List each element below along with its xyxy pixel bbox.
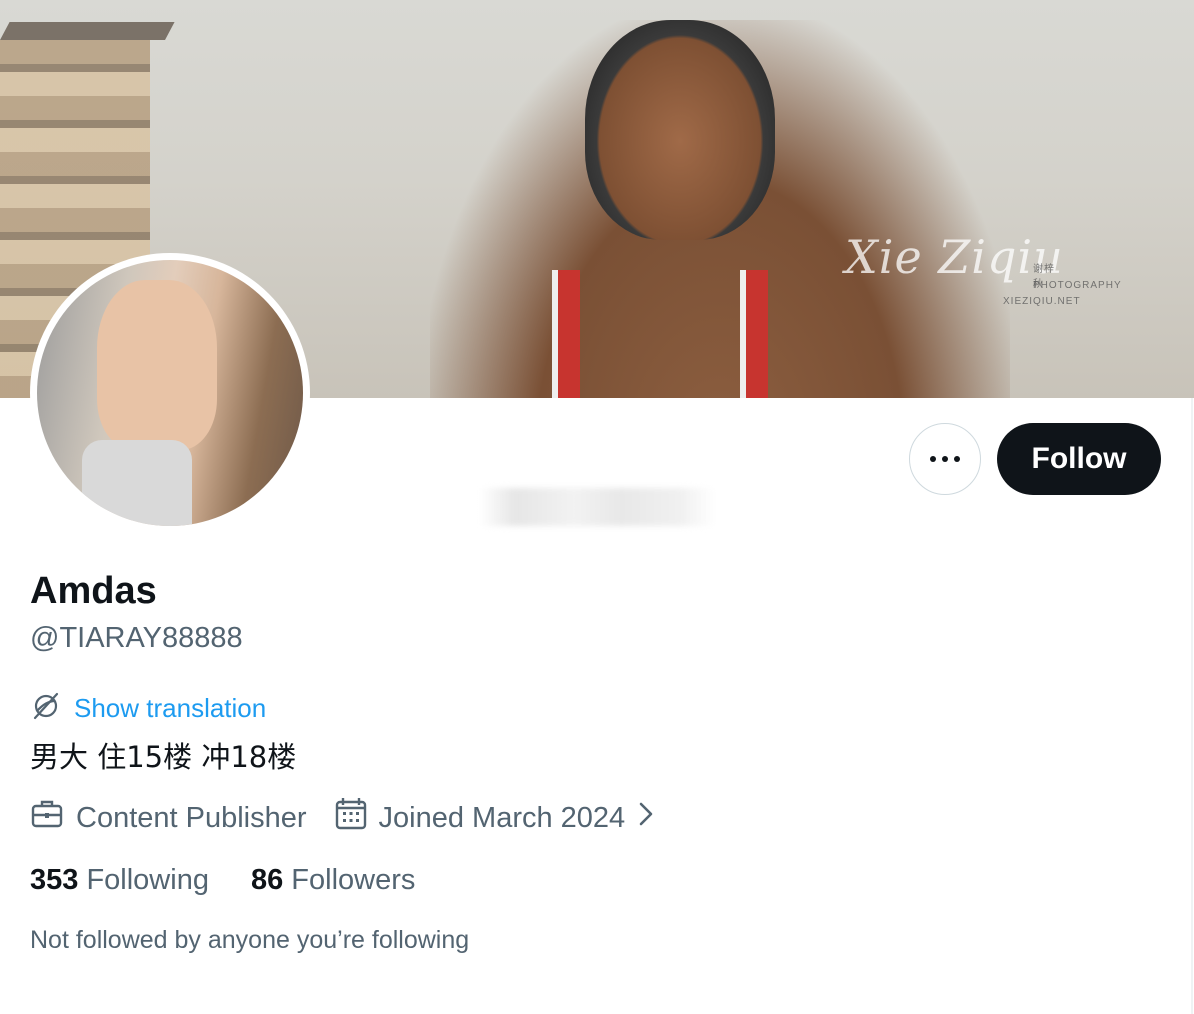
- more-dots-icon: [927, 456, 963, 462]
- calendar-icon: [335, 797, 367, 839]
- blurred-region: [480, 488, 715, 526]
- profile-bio: 男大 住15楼 冲18楼: [30, 740, 297, 774]
- banner-strap-right: [740, 270, 768, 398]
- following-label: Following: [86, 864, 209, 896]
- watermark-name: Xie Ziqiu: [845, 230, 1064, 284]
- category-label: Content Publisher: [76, 801, 307, 834]
- follow-button[interactable]: Follow: [997, 423, 1161, 495]
- watermark-sub: PHOTOGRAPHY: [1033, 280, 1122, 291]
- category-item: Content Publisher: [30, 797, 307, 839]
- globe-slash-icon: [30, 690, 62, 727]
- joined-label: Joined March 2024: [378, 801, 626, 834]
- profile-stats: 353 Following 86 Followers: [30, 864, 457, 897]
- show-translation-label[interactable]: Show translation: [74, 693, 266, 724]
- avatar-torso: [97, 280, 217, 450]
- banner-strap-left: [552, 270, 580, 398]
- followers-label: Followers: [291, 864, 416, 896]
- followers-count: 86: [250, 864, 284, 896]
- banner-head: [585, 20, 775, 240]
- avatar-image: [37, 260, 303, 526]
- more-options-button[interactable]: [909, 423, 981, 495]
- following-count: 353: [30, 864, 79, 896]
- following-link[interactable]: 353 Following: [30, 864, 209, 897]
- not-followed-note: Not followed by anyone you’re following: [30, 926, 470, 954]
- watermark-url: XIEZIQIU.NET: [1003, 296, 1081, 307]
- joined-item[interactable]: Joined March 2024: [335, 797, 656, 839]
- avatar-shorts: [82, 440, 192, 526]
- followers-link[interactable]: 86 Followers: [251, 864, 415, 897]
- chevron-right-icon: [637, 799, 655, 837]
- profile-meta: Content Publisher Joined March 2024: [30, 797, 655, 839]
- profile-handle: @TIARAY88888: [30, 622, 243, 654]
- avatar[interactable]: [30, 253, 310, 533]
- show-translation[interactable]: Show translation: [30, 690, 266, 727]
- banner-watermark: Xie Ziqiu 谢梓秋 PHOTOGRAPHY XIEZIQIU.NET: [845, 230, 1121, 307]
- profile-name: Amdas: [30, 570, 157, 612]
- column-divider: [1191, 398, 1193, 1014]
- briefcase-icon: [30, 797, 64, 839]
